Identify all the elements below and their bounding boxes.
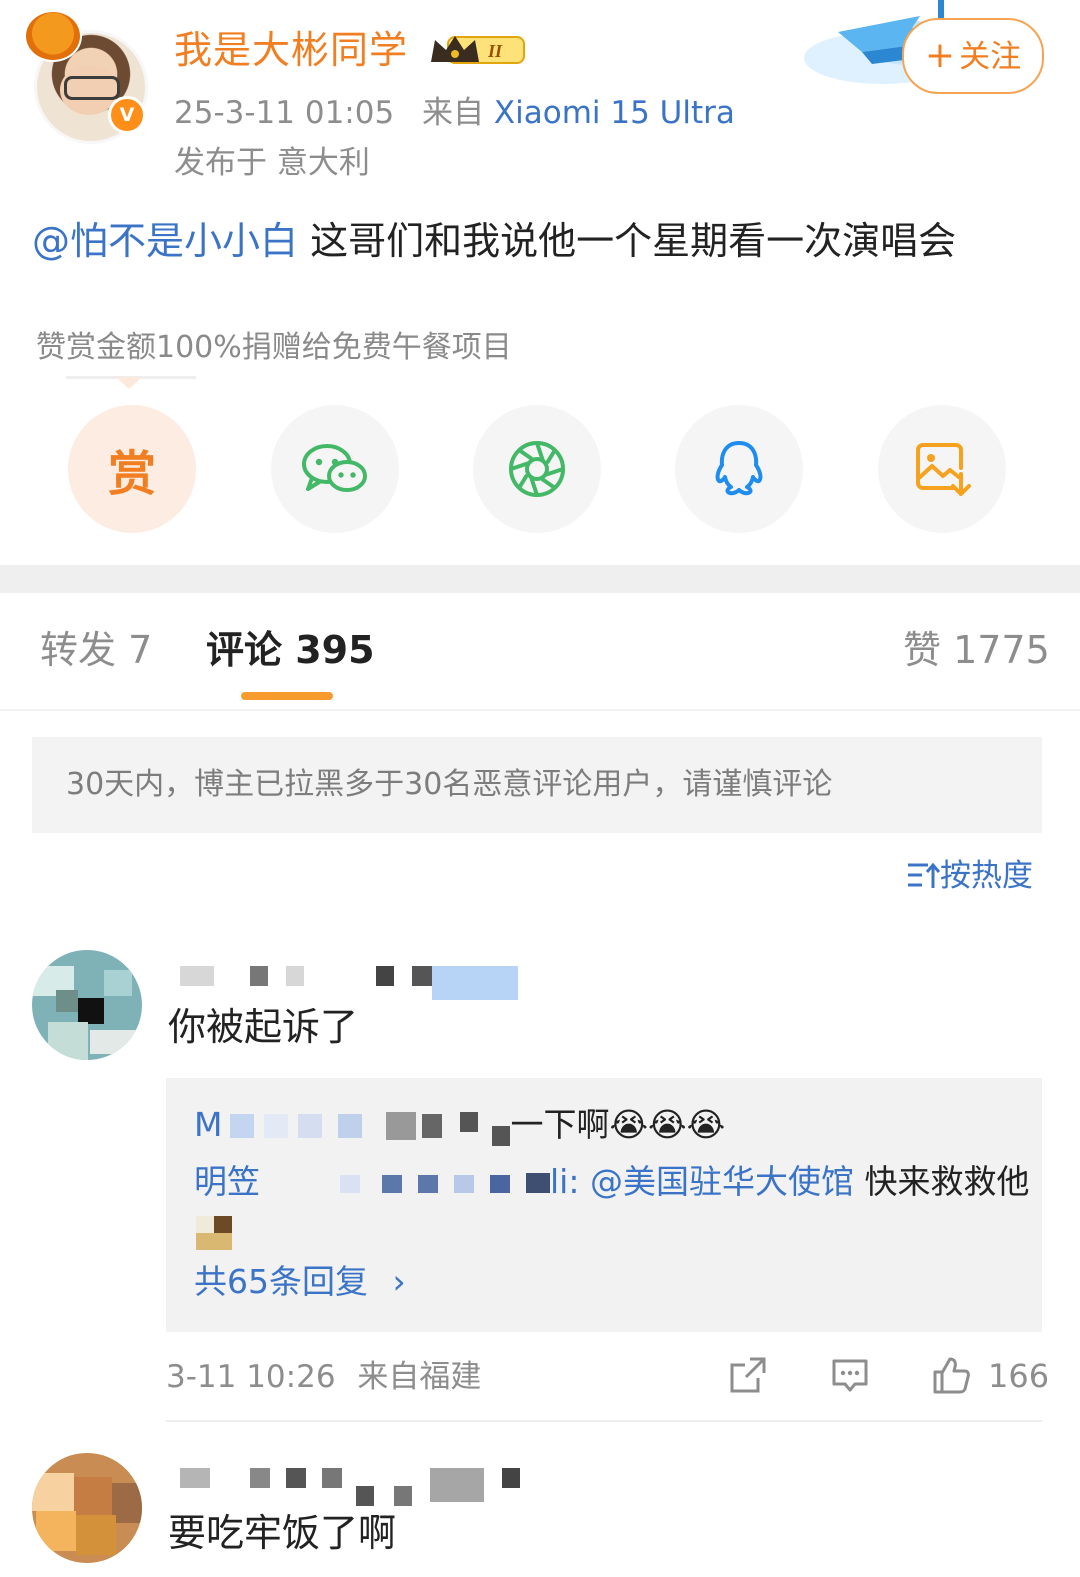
reply-sticker-redacted — [196, 1216, 232, 1250]
reply-author[interactable]: 明笠 — [194, 1162, 260, 1201]
chevron-right-icon: › — [392, 1262, 406, 1301]
tab-repost[interactable]: 转发 7 — [40, 624, 152, 676]
reply-author[interactable]: M — [194, 1105, 222, 1144]
wechat-icon — [302, 444, 367, 492]
share-wechat-button[interactable] — [271, 405, 399, 533]
tab-likes[interactable]: 赞 1775 — [903, 624, 1050, 676]
commenter-name-redacted — [394, 1486, 412, 1506]
tabs-divider — [0, 709, 1080, 711]
reply-mention[interactable]: @美国驻华大使馆 — [590, 1162, 854, 1201]
comment-divider — [166, 1420, 1042, 1422]
tiger-avatar-decoration — [24, 10, 82, 62]
reward-icon: 赏 — [107, 446, 156, 502]
comment-notice-text: 30天内，博主已拉黑多于30名恶意评论用户，请谨慎评论 — [66, 767, 833, 802]
crying-emoji-icon: 😭😭😭 — [609, 1105, 726, 1144]
comment-meta: 3-11 10:26 来自福建 — [166, 1356, 481, 1398]
follow-button[interactable]: + 关注 — [902, 18, 1044, 94]
share-qq-button[interactable] — [675, 405, 803, 533]
reward-button[interactable]: 赏 — [68, 405, 196, 533]
sort-icon — [908, 862, 941, 888]
reply-author-suffix[interactable]: li: — [550, 1162, 590, 1201]
comment-time: 3-11 10:26 — [166, 1359, 336, 1395]
section-divider — [0, 565, 1080, 593]
reward-note-pointer — [116, 377, 142, 389]
reply-preview-2: 明笠 li: @美国驻华大使馆 快来救救他 — [194, 1160, 1029, 1204]
reply-text: 一下啊 — [510, 1105, 610, 1144]
reply-preview-1: M 一下啊😭😭😭 — [194, 1103, 725, 1147]
post-source-prefix: 来自 — [422, 95, 485, 131]
avatar-glasses — [64, 76, 120, 100]
post-location: 发布于 意大利 — [174, 145, 370, 181]
post-meta: 25-3-11 01:05 来自 Xiaomi 15 Ultra — [174, 92, 735, 134]
post-content: @怕不是小小白 这哥们和我说他一个星期看一次演唱会 — [32, 215, 956, 267]
like-icon[interactable] — [930, 1355, 970, 1395]
author-name[interactable]: 我是大彬同学 — [174, 27, 408, 73]
follow-plus-icon: + — [924, 35, 956, 76]
commenter-name-redacted — [322, 1468, 342, 1488]
active-tab-indicator — [241, 692, 333, 700]
commenter-name-redacted — [432, 966, 518, 1000]
commenter-name-redacted — [376, 966, 394, 986]
comment-text: 你被起诉了 — [168, 1005, 359, 1049]
commenter-name-redacted — [286, 1468, 306, 1488]
share-moments-button[interactable] — [473, 405, 601, 533]
follow-label: 关注 — [959, 39, 1022, 75]
comment-source: 来自福建 — [357, 1359, 482, 1395]
tab-comments[interactable]: 评论 395 — [206, 624, 375, 676]
vip-crown-badge-icon: II — [431, 36, 525, 64]
vip-level-label: II — [487, 41, 503, 61]
commenter-avatar[interactable] — [32, 1453, 142, 1563]
qq-icon — [715, 441, 763, 496]
commenter-name-redacted — [180, 1468, 210, 1488]
like-count: 166 — [988, 1357, 1050, 1395]
post-mention[interactable]: @怕不是小小白 — [32, 219, 298, 263]
reward-note: 赞赏金额100%捐赠给免费午餐项目 — [36, 330, 512, 365]
save-image-icon — [916, 443, 971, 496]
commenter-name-redacted — [412, 966, 432, 986]
commenter-name-redacted — [180, 966, 214, 986]
verified-badge-icon: V — [108, 96, 146, 134]
post-text: 这哥们和我说他一个星期看一次演唱会 — [298, 219, 957, 263]
save-image-button[interactable] — [878, 405, 1006, 533]
more-replies-link[interactable]: 共65条回复 › — [194, 1260, 406, 1304]
post-time: 25-3-11 01:05 — [174, 95, 395, 131]
post-device[interactable]: Xiaomi 15 Ultra — [494, 95, 735, 131]
comment-icon[interactable] — [830, 1355, 870, 1395]
commenter-name-redacted — [286, 966, 304, 986]
commenter-name-redacted — [250, 1468, 270, 1488]
comment-text: 要吃牢饭了啊 — [168, 1511, 397, 1555]
sort-toggle-button[interactable]: 按热度 — [906, 855, 1033, 897]
sort-label: 按热度 — [940, 858, 1033, 894]
reply-text: 快来救救他 — [853, 1162, 1030, 1201]
more-replies-label: 共65条回复 — [194, 1262, 368, 1301]
commenter-name-redacted — [356, 1486, 374, 1506]
moments-icon — [509, 441, 565, 497]
commenter-avatar[interactable] — [32, 950, 142, 1060]
commenter-name-redacted — [502, 1468, 520, 1488]
commenter-name-redacted — [430, 1468, 484, 1502]
repost-icon[interactable] — [728, 1355, 768, 1395]
commenter-name-redacted — [250, 966, 268, 986]
